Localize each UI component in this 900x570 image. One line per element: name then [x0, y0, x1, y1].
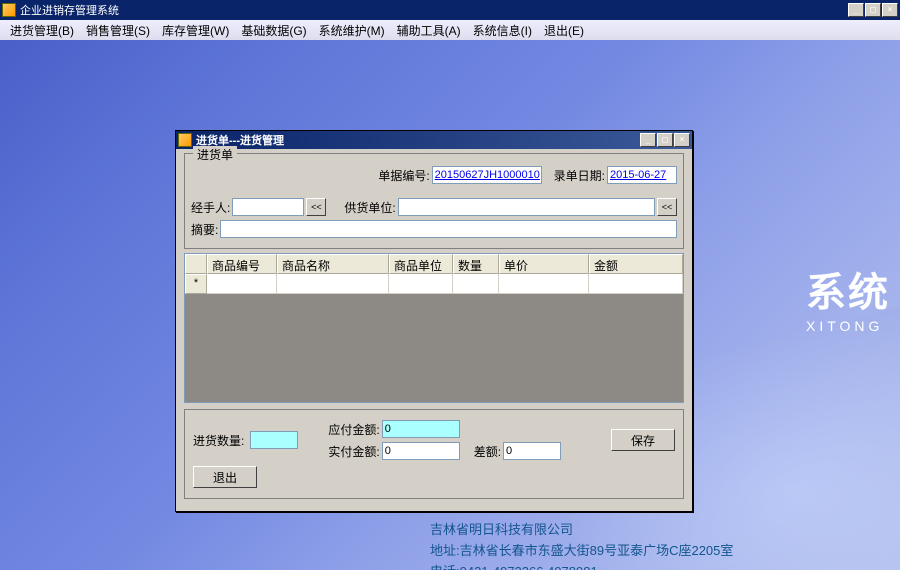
date-field[interactable]: 2015-06-27 [607, 166, 677, 184]
summary-input[interactable] [220, 220, 677, 238]
exit-button[interactable]: 退出 [193, 466, 257, 488]
dialog-body: 进货单 单据编号: 20150627JH1000010 录单日期: 2015-0… [176, 149, 692, 511]
paid-label: 实付金额: [328, 443, 379, 460]
handler-input[interactable] [232, 198, 304, 216]
col-product-code[interactable]: 商品编号 [207, 254, 277, 274]
company-address: 地址:吉林省长春市东盛大街89号亚泰广场C座2205室 [430, 541, 733, 562]
background-branding: 系统 XITONG [806, 260, 890, 334]
col-qty[interactable]: 数量 [453, 254, 499, 274]
menu-purchase[interactable]: 进货管理(B) [4, 20, 80, 41]
diff-label: 差额: [474, 443, 501, 460]
dialog-titlebar: 进货单---进货管理 _ □ × [176, 131, 692, 149]
qty-label: 进货数量: [193, 432, 244, 449]
cell-price[interactable] [499, 274, 589, 294]
main-window: 企业进销存管理系统 _ □ × 进货管理(B) 销售管理(S) 库存管理(W) … [0, 0, 900, 570]
handler-lookup-button[interactable]: << [306, 198, 326, 216]
purchase-dialog: 进货单---进货管理 _ □ × 进货单 单据编号: 20150627JH100… [175, 130, 693, 512]
dialog-window-controls: _ □ × [640, 133, 690, 147]
grid-newrow-marker: * [185, 274, 207, 294]
menubar: 进货管理(B) 销售管理(S) 库存管理(W) 基础数据(G) 系统维护(M) … [0, 20, 900, 40]
cell-amount[interactable] [589, 274, 683, 294]
dialog-icon [178, 133, 192, 147]
main-titlebar: 企业进销存管理系统 _ □ × [0, 0, 900, 20]
cell-code[interactable] [207, 274, 277, 294]
col-price[interactable]: 单价 [499, 254, 589, 274]
minimize-button[interactable]: _ [848, 3, 864, 17]
grid-rowhead-corner [185, 254, 207, 274]
groupbox-title: 进货单 [193, 146, 237, 163]
menu-system[interactable]: 系统维护(M) [313, 20, 391, 41]
company-phone: 电话:0431-4972266 4978981 [430, 562, 733, 570]
date-label: 录单日期: [554, 167, 605, 184]
grid-header: 商品编号 商品名称 商品单位 数量 单价 金额 [185, 254, 683, 274]
items-grid[interactable]: 商品编号 商品名称 商品单位 数量 单价 金额 * [184, 253, 684, 403]
handler-label: 经手人: [191, 199, 230, 216]
app-icon [2, 3, 16, 17]
app-title: 企业进销存管理系统 [20, 2, 848, 18]
close-button[interactable]: × [882, 3, 898, 17]
window-controls: _ □ × [848, 3, 898, 17]
dialog-title: 进货单---进货管理 [196, 132, 640, 148]
col-product-name[interactable]: 商品名称 [277, 254, 389, 274]
menu-inventory[interactable]: 库存管理(W) [156, 20, 235, 41]
save-button[interactable]: 保存 [611, 429, 675, 451]
menu-sales[interactable]: 销售管理(S) [80, 20, 156, 41]
paid-field[interactable] [382, 442, 460, 460]
col-amount[interactable]: 金额 [589, 254, 683, 274]
supplier-input[interactable] [398, 198, 655, 216]
header-groupbox: 进货单 单据编号: 20150627JH1000010 录单日期: 2015-0… [184, 153, 684, 249]
col-unit[interactable]: 商品单位 [389, 254, 453, 274]
payable-field[interactable] [382, 420, 460, 438]
maximize-button[interactable]: □ [865, 3, 881, 17]
background-small-text: XITONG [806, 318, 890, 334]
menu-info[interactable]: 系统信息(I) [467, 20, 538, 41]
grid-new-row[interactable]: * [185, 274, 683, 294]
menu-exit[interactable]: 退出(E) [538, 20, 590, 41]
summary-label: 摘要: [191, 221, 218, 238]
menu-tools[interactable]: 辅助工具(A) [391, 20, 467, 41]
supplier-label: 供货单位: [344, 199, 395, 216]
menu-basedata[interactable]: 基础数据(G) [235, 20, 312, 41]
payable-label: 应付金额: [328, 421, 379, 438]
totals-panel: 进货数量: 应付金额: 实付金额: 差额: [184, 409, 684, 499]
background-big-text: 系统 [806, 260, 890, 318]
company-name: 吉林省明日科技有限公司 [430, 520, 733, 541]
dialog-minimize-button[interactable]: _ [640, 133, 656, 147]
docno-label: 单据编号: [378, 167, 429, 184]
dialog-maximize-button[interactable]: □ [657, 133, 673, 147]
dialog-close-button[interactable]: × [674, 133, 690, 147]
supplier-lookup-button[interactable]: << [657, 198, 677, 216]
company-footer: 吉林省明日科技有限公司 地址:吉林省长春市东盛大街89号亚泰广场C座2205室 … [430, 520, 733, 570]
diff-field[interactable] [503, 442, 561, 460]
cell-name[interactable] [277, 274, 389, 294]
mdi-desktop: 系统 XITONG 进货单---进货管理 _ □ × 进货单 单据编号: 201… [0, 40, 900, 570]
cell-qty[interactable] [453, 274, 499, 294]
cell-unit[interactable] [389, 274, 453, 294]
docno-field[interactable]: 20150627JH1000010 [432, 166, 542, 184]
qty-total-field[interactable] [250, 431, 298, 449]
